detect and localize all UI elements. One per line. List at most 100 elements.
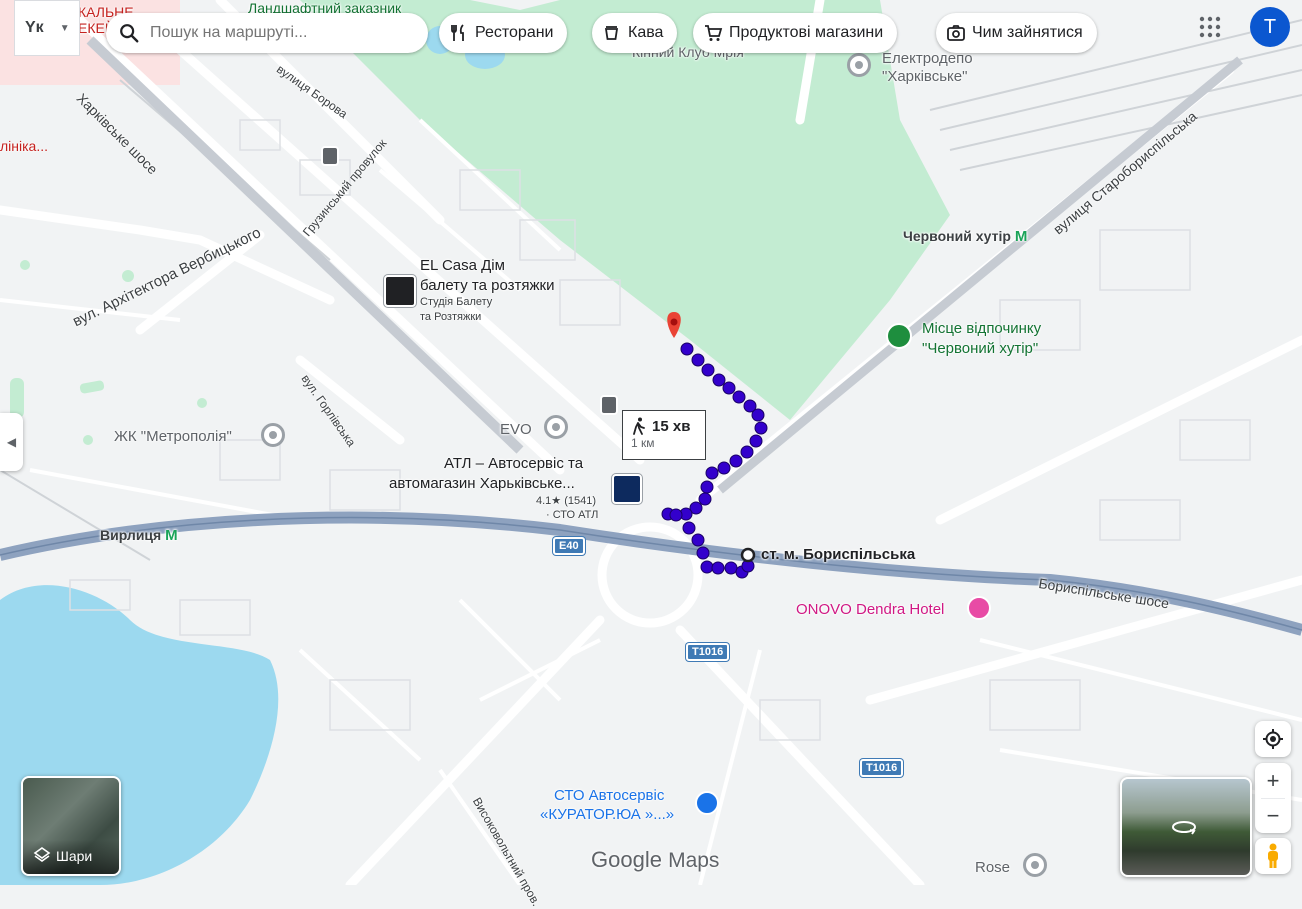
- collapse-panel-button[interactable]: ◀: [0, 413, 23, 471]
- metro-chervonyi-label[interactable]: Червоний хутір M: [903, 228, 1027, 245]
- rose-poi-icon[interactable]: [1023, 853, 1047, 877]
- el-casa-title-1[interactable]: EL Casa Дім: [420, 257, 505, 274]
- route-dot: [700, 480, 714, 494]
- evo-label[interactable]: EVO: [500, 421, 532, 438]
- chip-groceries-label: Продуктові магазини: [729, 24, 884, 41]
- el-casa-sub-2: та Розтяжки: [420, 311, 482, 323]
- metropol-poi-icon[interactable]: [261, 423, 285, 447]
- chevron-left-icon: ◀: [6, 435, 17, 449]
- chip-groceries[interactable]: Продуктові магазини: [693, 13, 898, 53]
- layers-button[interactable]: Шари: [21, 776, 121, 876]
- route-dot: [691, 533, 705, 547]
- route-dot: [712, 373, 726, 387]
- evo-poi-icon[interactable]: [544, 415, 568, 439]
- zoom-out-button[interactable]: −: [1255, 799, 1291, 833]
- el-casa-icon[interactable]: [384, 275, 416, 307]
- zoom-in-button[interactable]: +: [1255, 764, 1291, 798]
- route-dot: [754, 421, 768, 435]
- route-dot: [669, 508, 683, 522]
- minus-icon: −: [1266, 802, 1280, 828]
- route-distance: 1 км: [631, 436, 655, 450]
- google-logo-text: Google: [591, 847, 662, 872]
- metropol-label[interactable]: ЖК "Метрополія": [114, 428, 232, 445]
- route-dot: [696, 546, 710, 560]
- metro-icon: M: [1014, 228, 1028, 245]
- route-dot: [722, 381, 736, 395]
- rotate-360-icon: [1172, 821, 1196, 835]
- origin-label[interactable]: ст. м. Бориспільська: [761, 546, 915, 563]
- fork-knife-icon: [451, 24, 464, 41]
- onovo-hotel-label[interactable]: ONOVO Dendra Hotel: [796, 601, 944, 618]
- route-dot: [732, 390, 746, 404]
- route-dot: [729, 454, 743, 468]
- my-location-button[interactable]: [1255, 721, 1291, 757]
- coffee-cup-icon: [604, 26, 619, 40]
- atl-title-1[interactable]: АТЛ – Автосервіс та: [444, 455, 583, 472]
- rest-area-label-1[interactable]: Місце відпочинку: [922, 320, 1041, 337]
- metro-chervonyi-name: Червоний хутір: [903, 228, 1011, 244]
- chip-things-to-do-label: Чим зайнятися: [972, 24, 1083, 41]
- dropdown-arrow-icon: ▼: [59, 22, 70, 34]
- route-dot: [711, 561, 725, 575]
- account-avatar[interactable]: T: [1250, 7, 1290, 47]
- park-poi-icon[interactable]: [886, 323, 912, 349]
- chip-coffee[interactable]: Кава: [592, 13, 678, 53]
- metro-icon: M: [165, 527, 178, 544]
- origin-marker-icon: [740, 547, 756, 563]
- chip-restaurants[interactable]: Ресторани: [439, 13, 568, 53]
- road-shield-e40: E40: [553, 537, 585, 555]
- route-dot: [724, 561, 738, 575]
- road-shield-t1016: T1016: [860, 759, 904, 777]
- crosshair-icon: [1263, 729, 1283, 749]
- road-shield-t1016: T1016: [686, 643, 730, 661]
- depot-label-2[interactable]: "Харківське": [882, 68, 967, 85]
- metro-vyrlytsia-label[interactable]: Вирлиця M: [100, 527, 178, 544]
- sto-label-1[interactable]: СТО Автосервіс: [554, 787, 664, 804]
- hotel-poi-icon[interactable]: [967, 596, 991, 620]
- plus-icon: +: [1266, 767, 1280, 793]
- chip-things-to-do[interactable]: Чим зайнятися: [936, 13, 1097, 53]
- camera-icon: [947, 25, 965, 41]
- atl-title-2[interactable]: автомагазин Харьківське...: [389, 475, 575, 492]
- pegman-button[interactable]: [1255, 838, 1291, 874]
- account-initial: T: [1263, 15, 1277, 38]
- pegman-icon: [1268, 843, 1278, 868]
- walking-icon: [633, 417, 645, 435]
- atl-logo-icon[interactable]: [612, 474, 642, 504]
- layers-label: Шари: [56, 848, 93, 864]
- search-box[interactable]: [106, 13, 428, 53]
- language-toggle[interactable]: Yк ▼: [14, 0, 80, 56]
- route-duration: 15 хв: [652, 417, 691, 435]
- route-dot: [717, 461, 731, 475]
- lock-poi-icon[interactable]: [695, 791, 719, 815]
- atl-rating: 4.1★ (1541): [536, 495, 597, 507]
- zoom-controls: + −: [1255, 763, 1291, 833]
- route-dot: [751, 408, 765, 422]
- sto-label-2[interactable]: «КУРАТОР.ЮА »...»: [540, 806, 674, 823]
- route-info-callout[interactable]: 15 хв 1 км: [622, 410, 706, 460]
- route-dot: [691, 353, 705, 367]
- street-view-thumbnail[interactable]: [1120, 777, 1252, 877]
- atl-category: · СТО АТЛ: [546, 509, 599, 521]
- search-icon: [120, 24, 139, 43]
- rest-area-label-2[interactable]: "Червоний хутір": [922, 340, 1038, 357]
- el-casa-sub-1: Студія Балету: [420, 296, 493, 308]
- el-casa-title-2[interactable]: балету та розтяжки: [420, 277, 554, 294]
- rose-label[interactable]: Rose: [975, 859, 1010, 876]
- depot-poi-icon[interactable]: [847, 53, 871, 77]
- search-input[interactable]: [148, 23, 412, 43]
- language-toggle-label: Yк: [25, 19, 44, 36]
- route-dot: [705, 466, 719, 480]
- bus-stop-icon[interactable]: [321, 146, 339, 166]
- layers-icon: [33, 847, 51, 862]
- chip-restaurants-label: Ресторани: [475, 24, 554, 41]
- google-maps-logo: Google Maps: [591, 847, 719, 873]
- route-dot: [701, 363, 715, 377]
- route-dot: [682, 521, 696, 535]
- chip-coffee-label: Кава: [628, 24, 664, 41]
- apps-grid-icon[interactable]: [1199, 16, 1221, 38]
- route-dot: [740, 445, 754, 459]
- route-dot: [700, 560, 714, 574]
- bus-stop-icon[interactable]: [600, 395, 618, 415]
- shopping-cart-icon: [705, 25, 723, 41]
